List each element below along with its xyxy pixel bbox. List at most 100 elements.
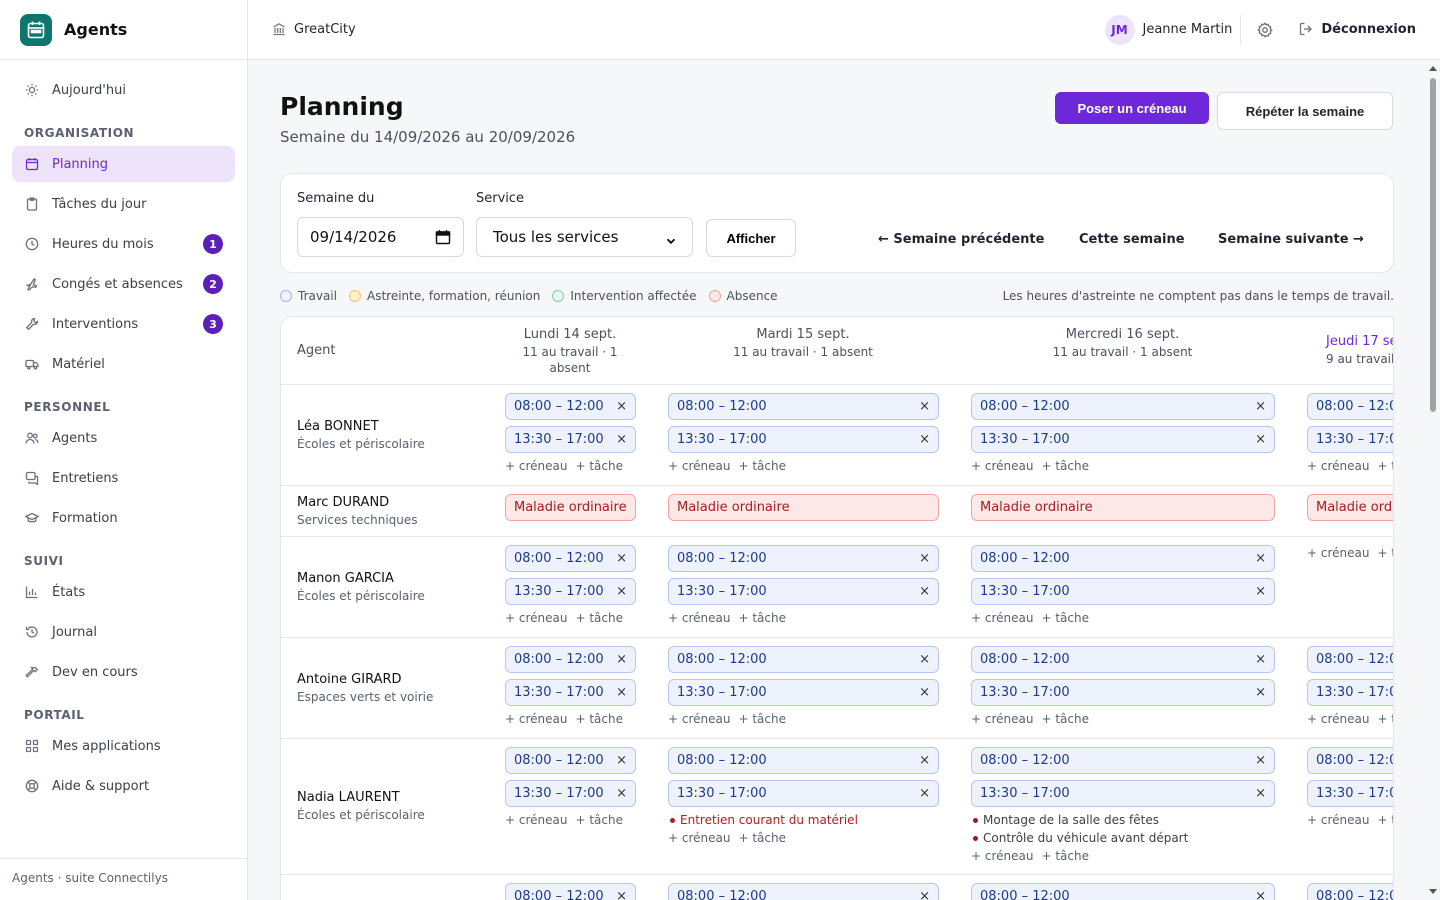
close-icon[interactable]: × (616, 652, 627, 667)
add-task-link[interactable]: + tâche (1377, 712, 1393, 726)
time-slot[interactable]: 13:30 – 17:00 × (505, 679, 636, 706)
close-icon[interactable]: × (919, 551, 930, 566)
absence-slot[interactable]: Maladie ordinaire (971, 494, 1275, 521)
brand[interactable]: Agents (0, 0, 247, 60)
add-slot-link[interactable]: + créneau (1307, 459, 1369, 473)
add-slot-button[interactable]: Poser un créneau (1055, 92, 1209, 124)
close-icon[interactable]: × (919, 399, 930, 414)
time-slot[interactable]: 08:00 – 12:00× (971, 393, 1275, 420)
time-slot[interactable]: 08:00 – 12:00× (668, 393, 939, 420)
nav-item-conges[interactable]: Congés et absences 2 (12, 266, 235, 302)
time-slot[interactable]: 08:00 – 12:00× (971, 646, 1275, 673)
add-slot-link[interactable]: + créneau (505, 459, 567, 473)
add-task-link[interactable]: + tâche (1041, 712, 1089, 726)
close-icon[interactable]: × (616, 753, 627, 768)
nav-item-heures[interactable]: Heures du mois 1 (12, 226, 235, 262)
add-task-link[interactable]: + tâche (1041, 459, 1089, 473)
gear-icon[interactable] (1255, 20, 1275, 40)
repeat-week-button[interactable]: Répéter la semaine (1217, 92, 1393, 130)
close-icon[interactable]: × (1255, 584, 1266, 599)
add-task-link[interactable]: + tâche (575, 611, 623, 625)
close-icon[interactable]: × (1255, 889, 1266, 900)
time-slot[interactable]: 08:00 – 12:00× (505, 646, 636, 673)
close-icon[interactable]: × (1255, 753, 1266, 768)
nav-item-etats[interactable]: États (12, 574, 235, 610)
close-icon[interactable]: × (616, 786, 627, 801)
time-slot[interactable]: 08:00 – 12:00× (1307, 393, 1393, 420)
nav-item-formation[interactable]: Formation (12, 500, 235, 536)
add-task-link[interactable]: + tâche (738, 459, 786, 473)
task-item[interactable]: Montage de la salle des fêtes (973, 813, 1159, 827)
prev-week-link[interactable]: ← Semaine précédente (878, 232, 1044, 247)
add-slot-link[interactable]: + créneau (668, 831, 730, 845)
calendar-picker-icon[interactable] (435, 229, 451, 245)
close-icon[interactable]: × (919, 652, 930, 667)
nav-item-materiel[interactable]: Matériel (12, 346, 235, 382)
close-icon[interactable]: × (1255, 652, 1266, 667)
current-week-link[interactable]: Cette semaine (1079, 232, 1185, 247)
nav-item-agents[interactable]: Agents (12, 420, 235, 456)
nav-item-taches[interactable]: Tâches du jour (12, 186, 235, 222)
add-task-link[interactable]: + tâche (1377, 813, 1393, 827)
time-slot[interactable]: 13:30 – 17:00 × (505, 780, 636, 807)
time-slot[interactable]: 08:00 – 12:00× (971, 545, 1275, 572)
add-slot-link[interactable]: + créneau (971, 712, 1033, 726)
close-icon[interactable]: × (919, 685, 930, 700)
add-slot-link[interactable]: + créneau (1307, 813, 1369, 827)
absence-slot[interactable]: Maladie ordinaire (668, 494, 939, 521)
close-icon[interactable]: × (1255, 551, 1266, 566)
time-slot[interactable]: 13:30 – 17:00 × (505, 426, 636, 453)
add-slot-link[interactable]: + créneau (505, 611, 567, 625)
add-slot-link[interactable]: + créneau (668, 459, 730, 473)
time-slot[interactable]: 08:00 – 12:00× (505, 883, 636, 900)
add-slot-link[interactable]: + créneau (971, 459, 1033, 473)
day-header-thursday[interactable]: Jeudi 17 sept. 9 au travail (1307, 334, 1393, 367)
add-task-link[interactable]: + tâche (575, 712, 623, 726)
time-slot[interactable]: 13:30 – 17:00 × (505, 578, 636, 605)
add-slot-link[interactable]: + créneau (971, 849, 1033, 863)
close-icon[interactable]: × (919, 753, 930, 768)
add-task-link[interactable]: + tâche (738, 712, 786, 726)
close-icon[interactable]: × (616, 399, 627, 414)
agent-name[interactable]: Manon GARCIA (297, 571, 394, 586)
time-slot[interactable]: 08:00 – 12:00× (1307, 646, 1393, 673)
nav-item-today[interactable]: Aujourd'hui (12, 72, 235, 108)
task-item[interactable]: Contrôle du véhicule avant départ (973, 831, 1188, 845)
close-icon[interactable]: × (616, 889, 627, 900)
time-slot[interactable]: 13:30 – 17:00 × (971, 679, 1275, 706)
nav-item-applications[interactable]: Mes applications (12, 728, 235, 764)
time-slot[interactable]: 13:30 – 17:00 × (668, 679, 939, 706)
show-button[interactable]: Afficher (706, 219, 796, 257)
time-slot[interactable]: 13:30 – 17:00 × (668, 426, 939, 453)
add-slot-link[interactable]: + créneau (505, 813, 567, 827)
add-task-link[interactable]: + tâche (1041, 611, 1089, 625)
add-slot-link[interactable]: + créneau (971, 611, 1033, 625)
main-scrollbar[interactable] (1426, 60, 1440, 900)
close-icon[interactable]: × (616, 432, 627, 447)
close-icon[interactable]: × (616, 685, 627, 700)
logout-button[interactable]: Déconnexion (1299, 22, 1416, 38)
user-name[interactable]: Jeanne Martin (1143, 22, 1233, 37)
time-slot[interactable]: 13:30 – 17:00 × (668, 578, 939, 605)
scroll-up-icon[interactable] (1429, 66, 1437, 71)
agent-name[interactable]: Marc DURAND (297, 495, 389, 510)
close-icon[interactable]: × (919, 584, 930, 599)
time-slot[interactable]: 13:30 – 17:00 × (971, 578, 1275, 605)
add-task-link[interactable]: + tâche (738, 611, 786, 625)
nav-item-planning[interactable]: Planning (12, 146, 235, 182)
nav-item-aide[interactable]: Aide & support (12, 768, 235, 804)
add-slot-link[interactable]: + créneau (1307, 712, 1369, 726)
add-task-link[interactable]: + tâche (575, 813, 623, 827)
close-icon[interactable]: × (919, 889, 930, 900)
scrollbar-thumb[interactable] (1430, 78, 1436, 412)
time-slot[interactable]: 13:30 – 17:00 × (668, 780, 939, 807)
close-icon[interactable]: × (616, 551, 627, 566)
day-header-tuesday[interactable]: Mardi 15 sept. 11 au travail · 1 absent (668, 327, 938, 360)
task-item[interactable]: Entretien courant du matériel (670, 813, 858, 827)
time-slot[interactable]: 08:00 – 12:00× (668, 646, 939, 673)
time-slot[interactable]: 08:00 – 12:00× (1307, 883, 1393, 900)
nav-item-interventions[interactable]: Interventions 3 (12, 306, 235, 342)
close-icon[interactable]: × (1255, 786, 1266, 801)
absence-slot[interactable]: Maladie ordinaire (1307, 494, 1393, 521)
time-slot[interactable]: 13:30 – 17:00 × (971, 780, 1275, 807)
